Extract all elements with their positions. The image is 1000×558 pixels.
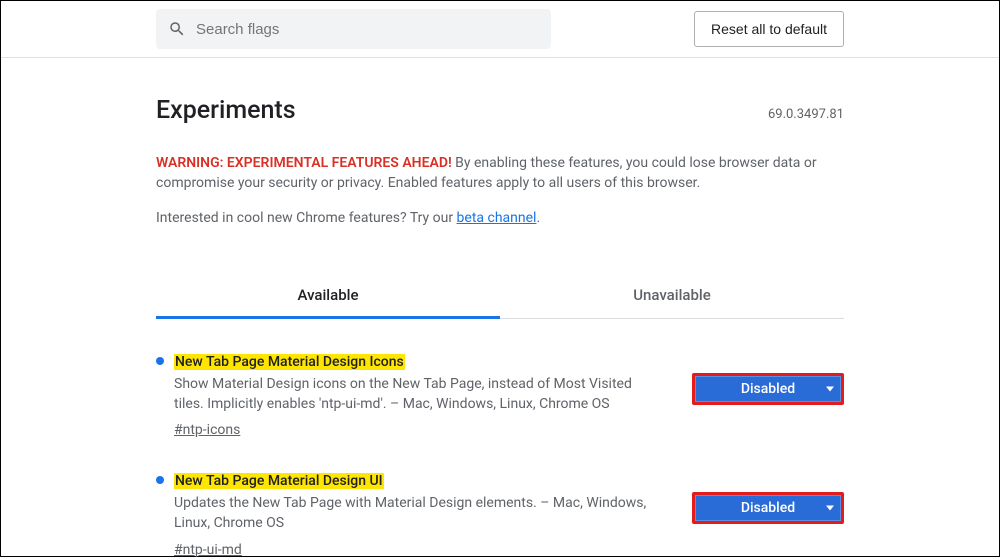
interest-prefix: Interested in cool new Chrome features? …: [156, 210, 457, 226]
warning-label: WARNING: EXPERIMENTAL FEATURES AHEAD!: [156, 155, 452, 171]
flag-title: New Tab Page Material Design UI: [174, 473, 384, 489]
status-dot-icon: [156, 476, 164, 484]
flag-hash-link[interactable]: #ntp-ui-md: [174, 542, 242, 558]
flag-description: Show Material Design icons on the New Ta…: [174, 374, 664, 415]
flag-state-select[interactable]: Disabled: [695, 376, 841, 402]
version-label: 69.0.3497.81: [768, 107, 844, 122]
flag-hash-link[interactable]: #ntp-icons: [174, 422, 240, 438]
page-title: Experiments: [156, 96, 296, 125]
chevron-down-icon: [826, 506, 834, 511]
status-dot-icon: [156, 357, 164, 365]
flag-select-highlight: Disabled: [692, 492, 844, 524]
interest-suffix: .: [536, 210, 540, 226]
search-box[interactable]: [156, 9, 551, 49]
flag-row: New Tab Page Material Design Icons Show …: [156, 351, 844, 439]
flag-state-value: Disabled: [741, 381, 795, 397]
chevron-down-icon: [826, 386, 834, 391]
content: Experiments 69.0.3497.81 WARNING: EXPERI…: [1, 96, 999, 558]
flag-select-highlight: Disabled: [692, 373, 844, 405]
flag-title: New Tab Page Material Design Icons: [174, 354, 405, 370]
flag-state-select[interactable]: Disabled: [695, 495, 841, 521]
search-icon: [168, 20, 186, 38]
flag-state-value: Disabled: [741, 500, 795, 516]
tab-unavailable[interactable]: Unavailable: [500, 274, 844, 318]
flag-row: New Tab Page Material Design UI Updates …: [156, 470, 844, 558]
warning-block: WARNING: EXPERIMENTAL FEATURES AHEAD! By…: [156, 153, 844, 194]
reset-all-button[interactable]: Reset all to default: [694, 11, 844, 47]
interest-line: Interested in cool new Chrome features? …: [156, 210, 844, 226]
search-input[interactable]: [196, 21, 539, 38]
beta-channel-link[interactable]: beta channel: [457, 210, 537, 226]
topbar: Reset all to default: [1, 1, 999, 58]
tabs: Available Unavailable: [156, 274, 844, 319]
tab-available[interactable]: Available: [156, 274, 500, 319]
header-row: Experiments 69.0.3497.81: [156, 96, 844, 125]
flag-description: Updates the New Tab Page with Material D…: [174, 493, 664, 534]
